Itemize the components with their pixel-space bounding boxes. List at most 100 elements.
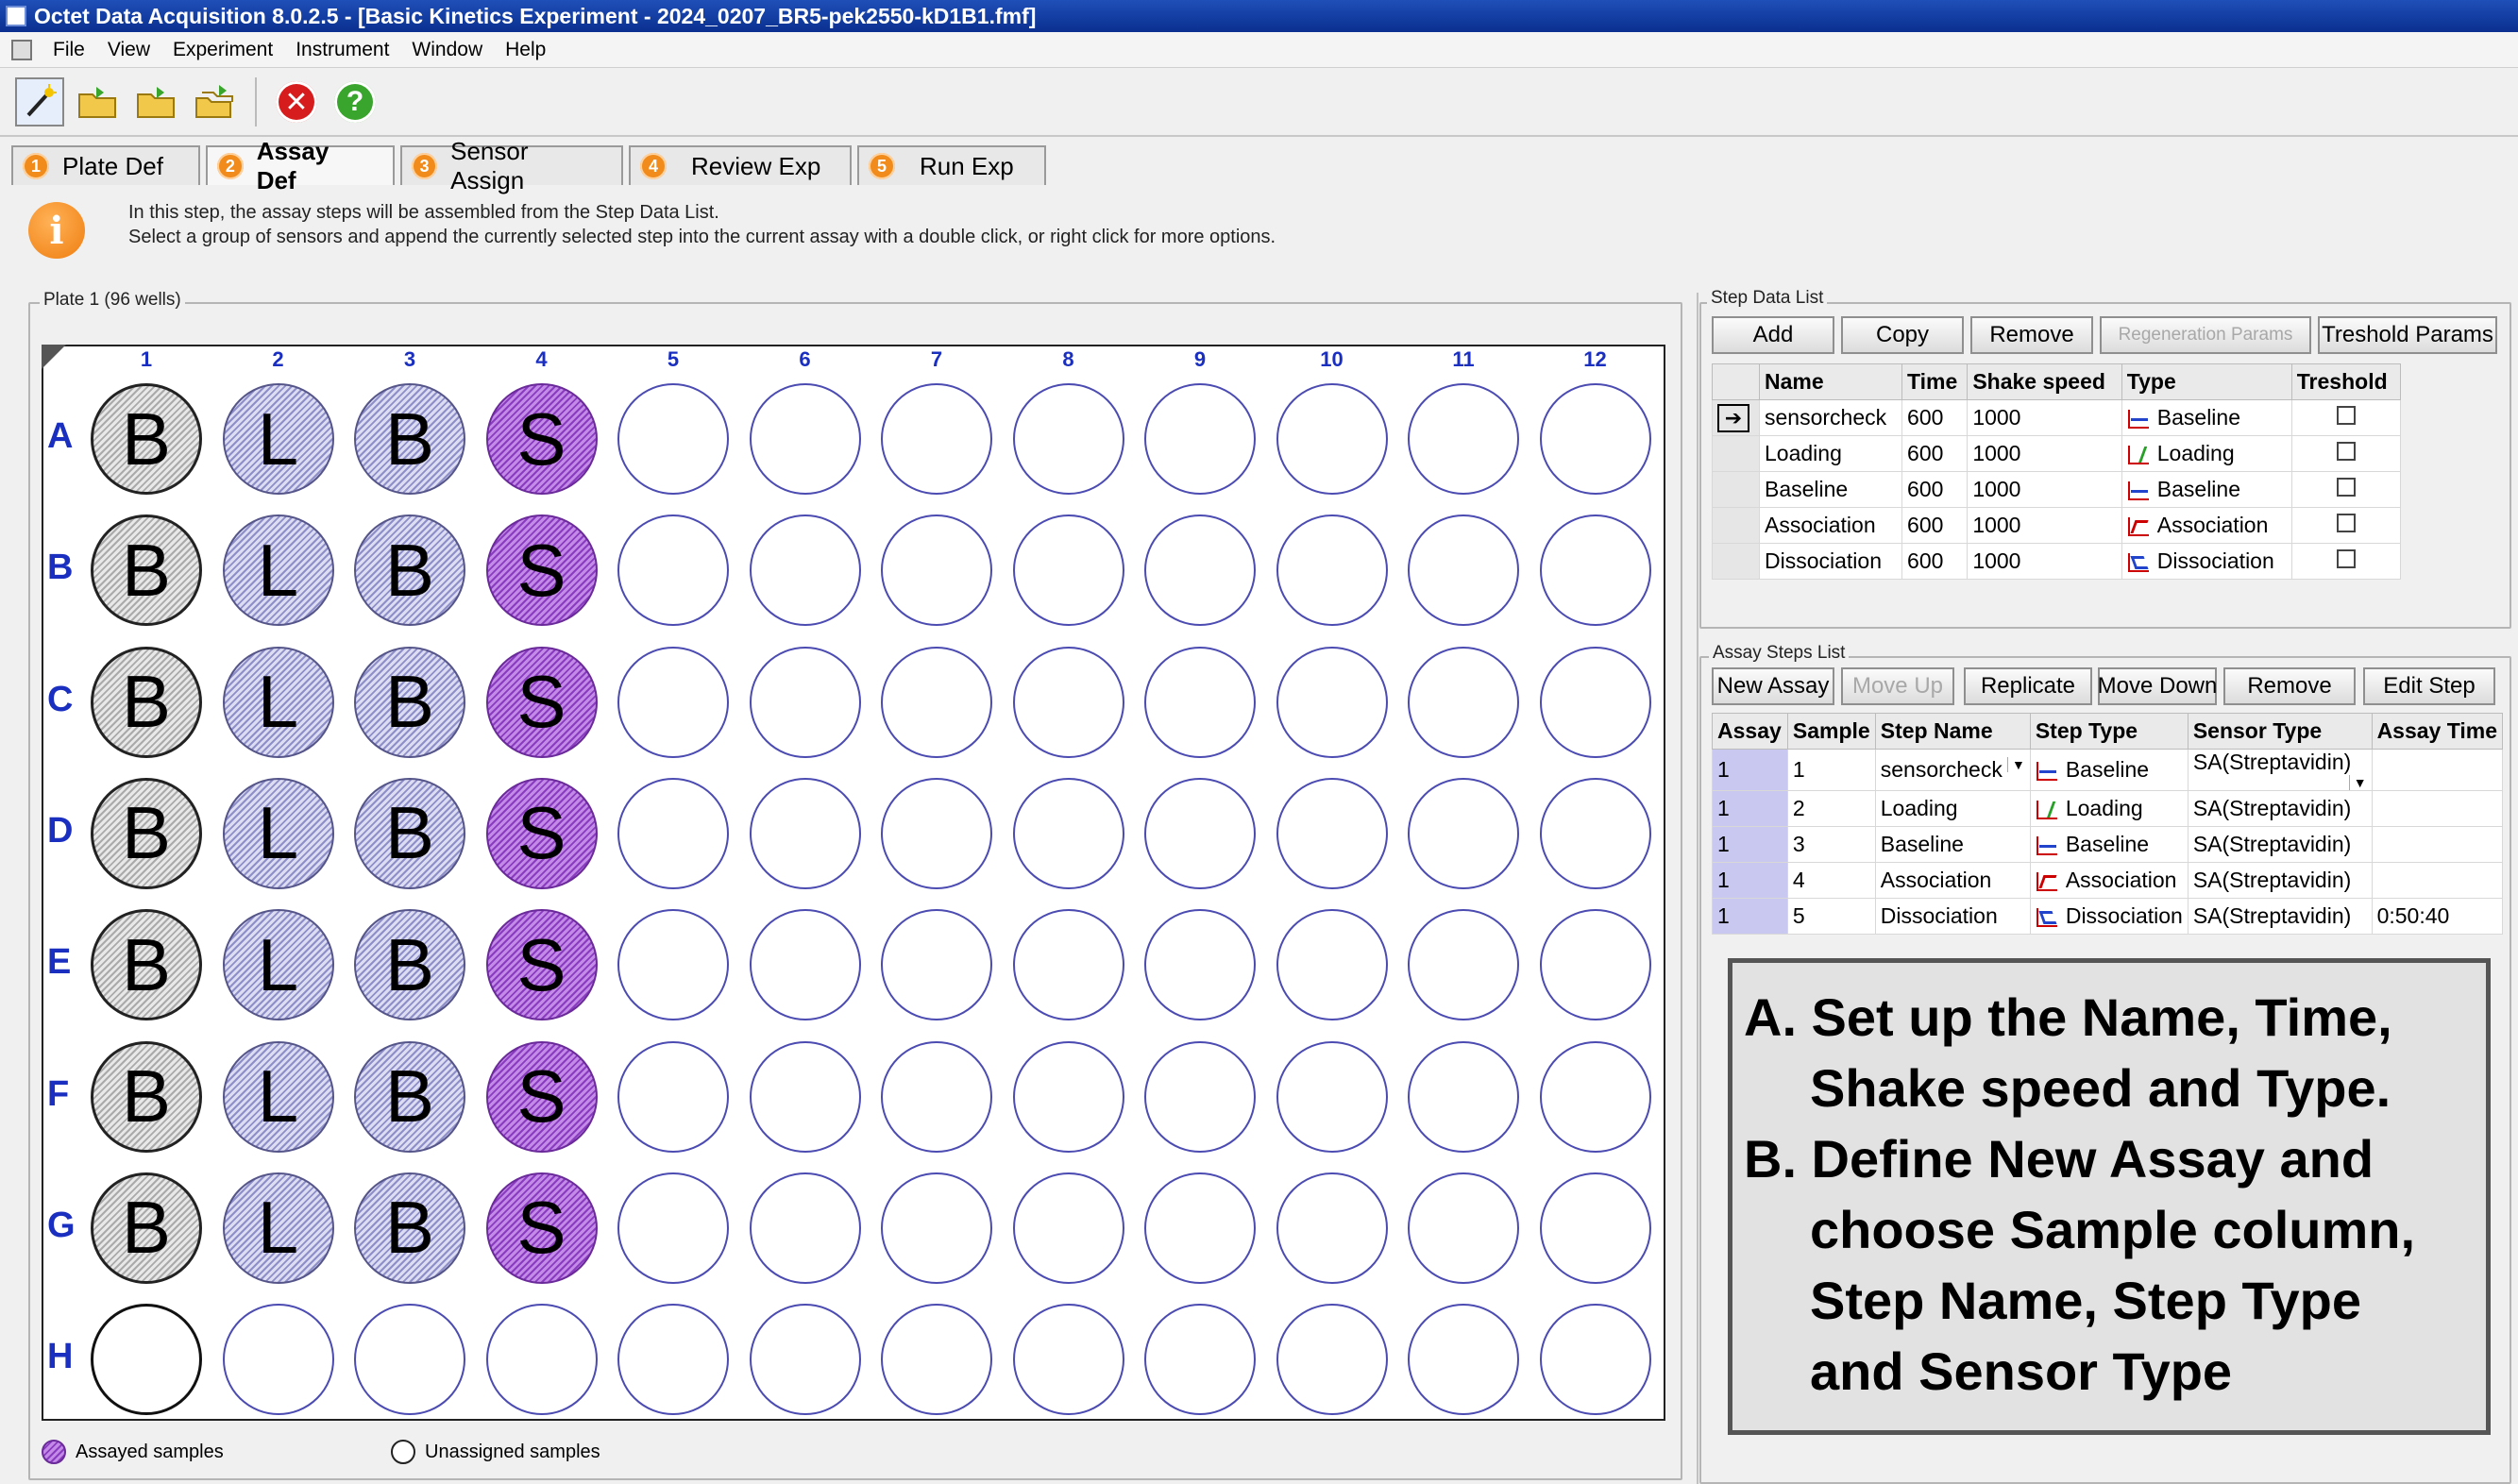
step-name-cell[interactable]: Loading	[1758, 435, 1903, 472]
plate-well[interactable]	[1276, 383, 1388, 495]
plate-well[interactable]	[617, 383, 729, 495]
plate-well[interactable]: S	[485, 777, 598, 889]
plate-well[interactable]	[1408, 1304, 1519, 1416]
plate-well[interactable]	[749, 383, 861, 495]
plate-well[interactable]	[617, 514, 729, 627]
plate-well[interactable]: B	[91, 1172, 202, 1284]
treshold-checkbox[interactable]	[2336, 442, 2356, 461]
plate-well[interactable]	[354, 1304, 465, 1416]
plate-well[interactable]: L	[222, 777, 334, 889]
step-type-cell[interactable]: Baseline	[2121, 399, 2292, 436]
tab-run-exp[interactable]: 5 Run Exp	[857, 145, 1046, 185]
menu-file[interactable]: File	[42, 32, 96, 67]
step-speed-cell[interactable]: 1000	[1967, 399, 2122, 436]
sensor-type-cell[interactable]: SA(Streptavidin)	[2187, 826, 2373, 863]
treshold-checkbox[interactable]	[2336, 406, 2356, 425]
assay-cell[interactable]: 1	[1712, 749, 1788, 791]
step-type-cell[interactable]: Association	[2029, 862, 2188, 899]
treshold-cell[interactable]	[2290, 435, 2402, 472]
step-name-cell[interactable]: sensorcheck	[1758, 399, 1903, 436]
plate-well[interactable]	[1276, 909, 1388, 1021]
plate-row-header[interactable]: F	[47, 1074, 69, 1115]
plate-well[interactable]	[881, 383, 992, 495]
menu-window[interactable]: Window	[400, 32, 494, 67]
open-plate-folder-icon[interactable]	[74, 77, 123, 126]
plate-well[interactable]	[1539, 1040, 1651, 1153]
plate-column-header[interactable]: 8	[1050, 347, 1088, 372]
plate-well[interactable]	[881, 1040, 992, 1153]
assay-cell[interactable]: 1	[1712, 862, 1788, 899]
plate-well[interactable]: B	[354, 1172, 465, 1284]
plate-well[interactable]	[1276, 514, 1388, 627]
plate-well[interactable]	[1539, 1304, 1651, 1416]
plate-well[interactable]	[881, 646, 992, 758]
column-header[interactable]: Assay	[1712, 713, 1788, 750]
plate-well[interactable]	[1012, 1040, 1124, 1153]
assay-cell[interactable]: 1	[1712, 790, 1788, 827]
chevron-down-icon[interactable]: ▼	[2006, 757, 2025, 772]
plate-well[interactable]	[1408, 646, 1519, 758]
plate-well[interactable]	[1012, 777, 1124, 889]
plate-well[interactable]	[749, 1172, 861, 1284]
plate-well[interactable]	[1408, 1040, 1519, 1153]
plate-well[interactable]: S	[485, 909, 598, 1021]
plate-well[interactable]	[1012, 1172, 1124, 1284]
plate-column-header[interactable]: 1	[127, 347, 165, 372]
step-speed-cell[interactable]: 1000	[1967, 507, 2122, 544]
plate-well[interactable]	[881, 1304, 992, 1416]
row-selector[interactable]	[1712, 435, 1760, 472]
plate-well[interactable]	[1144, 383, 1256, 495]
plate-well[interactable]	[1144, 1040, 1256, 1153]
table-row[interactable]: Dissociation 600 1000 Dissociation	[1712, 543, 2402, 580]
step-type-cell[interactable]: Loading	[2121, 435, 2292, 472]
plate-well[interactable]	[617, 1040, 729, 1153]
plate-well[interactable]	[1539, 909, 1651, 1021]
treshold-cell[interactable]	[2290, 399, 2402, 436]
step-time-cell[interactable]: 600	[1901, 435, 1969, 472]
treshold-cell[interactable]	[2290, 543, 2402, 580]
plate-well[interactable]	[1144, 1304, 1256, 1416]
plate-row-header[interactable]: A	[47, 416, 73, 457]
plate-well[interactable]: B	[91, 646, 202, 758]
plate-well[interactable]: B	[354, 909, 465, 1021]
step-name-cell[interactable]: Baseline	[1874, 826, 2031, 863]
plate-column-header[interactable]: 12	[1577, 347, 1614, 372]
plate-well[interactable]	[1539, 777, 1651, 889]
plate-well[interactable]	[1144, 1172, 1256, 1284]
tab-plate-def[interactable]: 1 Plate Def	[11, 145, 200, 185]
menu-instrument[interactable]: Instrument	[284, 32, 400, 67]
column-header[interactable]: Assay Time	[2371, 713, 2504, 750]
plate-well[interactable]	[1408, 1172, 1519, 1284]
plate-column-header[interactable]: 11	[1445, 347, 1482, 372]
plate-well[interactable]	[1144, 646, 1256, 758]
treshold-checkbox[interactable]	[2336, 514, 2356, 532]
plate-row-header[interactable]: E	[47, 942, 71, 983]
plate-well[interactable]: S	[485, 1040, 598, 1153]
step-speed-cell[interactable]: 1000	[1967, 435, 2122, 472]
step-name-cell[interactable]: Baseline	[1758, 471, 1903, 508]
stop-icon[interactable]: ✕	[272, 77, 321, 126]
step-type-cell[interactable]: Association	[2121, 507, 2292, 544]
column-header[interactable]: Treshold	[2290, 363, 2402, 400]
plate-column-header[interactable]: 5	[654, 347, 692, 372]
move-up-button[interactable]: Move Up	[1841, 667, 1954, 705]
tab-sensor-assign[interactable]: 3 Sensor Assign	[400, 137, 623, 194]
table-row[interactable]: ➔ sensorcheck 600 1000 Baseline	[1712, 399, 2402, 436]
plate-well[interactable]	[1012, 514, 1124, 627]
plate-column-header[interactable]: 2	[260, 347, 297, 372]
plate-well[interactable]	[91, 1304, 202, 1416]
column-header[interactable]: Step Name	[1874, 713, 2031, 750]
plate-well[interactable]	[1408, 383, 1519, 495]
plate-well[interactable]	[1539, 383, 1651, 495]
plate-well[interactable]	[749, 1040, 861, 1153]
remove-assay-step-button[interactable]: Remove	[2223, 667, 2356, 705]
step-time-cell[interactable]: 600	[1901, 543, 1969, 580]
replicate-button[interactable]: Replicate	[1964, 667, 2092, 705]
tab-review-exp[interactable]: 4 Review Exp	[629, 145, 852, 185]
treshold-cell[interactable]	[2290, 507, 2402, 544]
plate-well[interactable]	[1012, 909, 1124, 1021]
plate-well[interactable]	[617, 1304, 729, 1416]
step-name-cell[interactable]: Dissociation	[1874, 898, 2031, 935]
remove-step-button[interactable]: Remove	[1970, 316, 2093, 354]
open-assay-folder-icon[interactable]	[132, 77, 181, 126]
